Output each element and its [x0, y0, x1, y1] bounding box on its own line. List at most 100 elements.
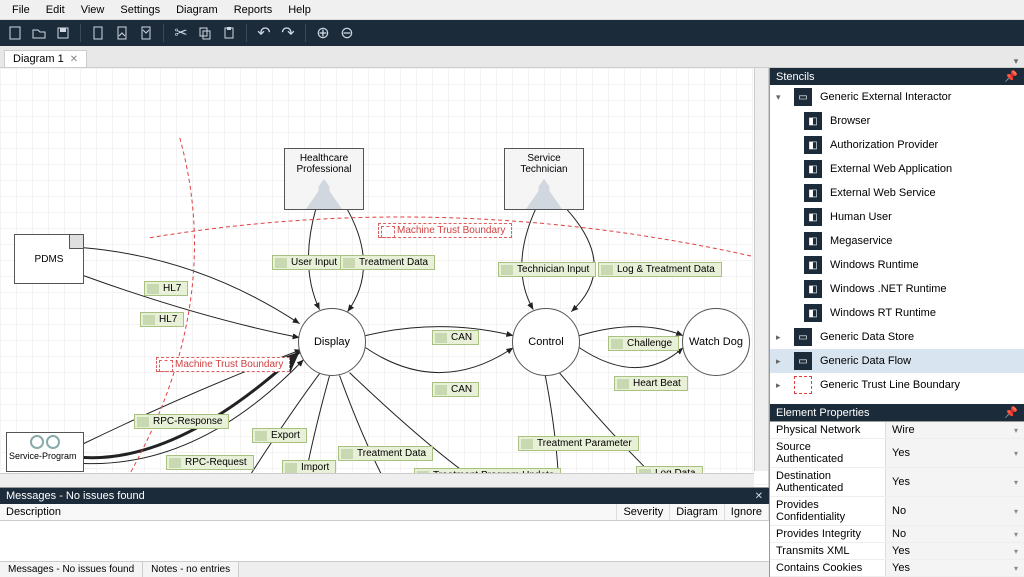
- menu-reports[interactable]: Reports: [226, 4, 281, 16]
- msg-col[interactable]: Ignore: [725, 504, 769, 520]
- stencil-cat[interactable]: ▸▭Generic Data Store: [770, 325, 1024, 349]
- process-watchdog[interactable]: Watch Dog: [682, 308, 750, 376]
- messages-tabs: Messages - No issues foundNotes - no ent…: [0, 561, 769, 577]
- stencil-item[interactable]: ◧External Web Service: [770, 181, 1024, 205]
- prop-value[interactable]: Yes: [885, 560, 1024, 576]
- menu-file[interactable]: File: [4, 4, 38, 16]
- scrollbar-horizontal[interactable]: [0, 473, 754, 487]
- msg-col[interactable]: Diagram: [670, 504, 725, 520]
- flow-label[interactable]: Log & Treatment Data: [598, 262, 722, 277]
- menu-view[interactable]: View: [73, 4, 113, 16]
- prop-value[interactable]: Yes: [885, 468, 1024, 496]
- tab-dropdown-icon[interactable]: ▾: [1008, 56, 1024, 67]
- flow-label[interactable]: Technician Input: [498, 262, 596, 277]
- msg-col[interactable]: Description: [0, 504, 617, 520]
- stencil-item[interactable]: ◧Human User: [770, 205, 1024, 229]
- tabbar: Diagram 1✕ ▾: [0, 46, 1024, 68]
- messages-panel: Messages - No issues found ✕ DescriptionS…: [0, 487, 769, 577]
- stencil-cat[interactable]: ▸▭Generic Trust Line Boundary: [770, 373, 1024, 397]
- doc2-icon[interactable]: [111, 22, 133, 44]
- prop-value[interactable]: No: [885, 526, 1024, 542]
- external-tech[interactable]: ServiceTechnician: [504, 148, 584, 210]
- stencil-item[interactable]: ◧Authorization Provider: [770, 133, 1024, 157]
- prop-row[interactable]: Provides ConfidentialityNo: [770, 497, 1024, 526]
- flow-label[interactable]: CAN: [432, 382, 479, 397]
- copy-icon[interactable]: [194, 22, 216, 44]
- msg-tab[interactable]: Notes - no entries: [143, 562, 239, 577]
- prop-value[interactable]: No: [885, 497, 1024, 525]
- prop-row[interactable]: Provides IntegrityNo: [770, 526, 1024, 543]
- node-svc[interactable]: Service-Program: [6, 432, 84, 472]
- diagram-tab[interactable]: Diagram 1✕: [4, 50, 87, 67]
- prop-value[interactable]: Wire: [885, 422, 1024, 438]
- prop-key: Source Authenticated: [770, 439, 885, 467]
- menu-settings[interactable]: Settings: [112, 4, 168, 16]
- paste-icon[interactable]: [218, 22, 240, 44]
- messages-title: Messages - No issues found: [6, 490, 145, 502]
- menu-diagram[interactable]: Diagram: [168, 4, 226, 16]
- properties-grid[interactable]: Physical NetworkWireSource Authenticated…: [770, 421, 1024, 577]
- undo-icon[interactable]: ↶: [253, 22, 275, 44]
- stencil-item[interactable]: ◧Windows .NET Runtime: [770, 277, 1024, 301]
- pin-icon[interactable]: 📌: [1004, 70, 1018, 83]
- prop-key: Provides Confidentiality: [770, 497, 885, 525]
- flow-label[interactable]: Export: [252, 428, 307, 443]
- zoom-out-icon[interactable]: ⊖: [336, 22, 358, 44]
- store-pdms[interactable]: PDMS: [14, 234, 84, 284]
- prop-row[interactable]: Contains CookiesYes: [770, 560, 1024, 577]
- scrollbar-vertical[interactable]: [754, 68, 768, 471]
- process-display[interactable]: Display: [298, 308, 366, 376]
- zoom-in-icon[interactable]: ⊕: [312, 22, 334, 44]
- flow-label[interactable]: HL7: [144, 281, 188, 296]
- open-icon[interactable]: [28, 22, 50, 44]
- prop-row[interactable]: Source AuthenticatedYes: [770, 439, 1024, 468]
- prop-row[interactable]: Transmits XMLYes: [770, 543, 1024, 560]
- process-control[interactable]: Control: [512, 308, 580, 376]
- doc3-icon[interactable]: [135, 22, 157, 44]
- stencil-item[interactable]: ◧External Web Application: [770, 157, 1024, 181]
- flow-label[interactable]: Heart Beat: [614, 376, 688, 391]
- external-hcp[interactable]: HealthcareProfessional: [284, 148, 364, 210]
- flow-label[interactable]: CAN: [432, 330, 479, 345]
- msg-col[interactable]: Severity: [617, 504, 670, 520]
- close-icon[interactable]: ✕: [755, 491, 763, 502]
- stencils-list[interactable]: ▾▭Generic External Interactor◧Browser◧Au…: [770, 85, 1024, 404]
- stencil-cat[interactable]: ▾▭Generic External Interactor: [770, 85, 1024, 109]
- new-icon[interactable]: [4, 22, 26, 44]
- msg-tab[interactable]: Messages - No issues found: [0, 562, 143, 577]
- pin-icon[interactable]: 📌: [1004, 406, 1018, 419]
- flow-label[interactable]: Treatment Data: [340, 255, 435, 270]
- doc1-icon[interactable]: [87, 22, 109, 44]
- menubar[interactable]: FileEditViewSettingsDiagramReportsHelp: [0, 0, 1024, 20]
- cut-icon[interactable]: ✂: [170, 22, 192, 44]
- props-title: Element Properties: [776, 407, 870, 419]
- menu-edit[interactable]: Edit: [38, 4, 73, 16]
- prop-row[interactable]: Destination AuthenticatedYes: [770, 468, 1024, 497]
- stencil-item[interactable]: ◧Browser: [770, 109, 1024, 133]
- close-icon[interactable]: ✕: [70, 54, 78, 65]
- boundary-label[interactable]: Machine Trust Boundary: [378, 223, 512, 238]
- toolbar: ✂ ↶ ↷ ⊕ ⊖: [0, 20, 1024, 46]
- flow-label[interactable]: HL7: [140, 312, 184, 327]
- flow-label[interactable]: Treatment Data: [338, 446, 433, 461]
- prop-key: Contains Cookies: [770, 560, 885, 576]
- flow-label[interactable]: Challenge: [608, 336, 679, 351]
- save-icon[interactable]: [52, 22, 74, 44]
- stencil-item[interactable]: ◧Windows RT Runtime: [770, 301, 1024, 325]
- canvas[interactable]: HealthcareProfessional ServiceTechnician P…: [0, 68, 769, 487]
- prop-row[interactable]: Physical NetworkWire: [770, 422, 1024, 439]
- stencil-cat[interactable]: ▸▭Generic Data Flow: [770, 349, 1024, 373]
- boundary-label[interactable]: Machine Trust Boundary: [156, 357, 290, 372]
- flow-label[interactable]: User Input: [272, 255, 344, 270]
- prop-key: Provides Integrity: [770, 526, 885, 542]
- redo-icon[interactable]: ↷: [277, 22, 299, 44]
- stencil-item[interactable]: ◧Megaservice: [770, 229, 1024, 253]
- flow-label[interactable]: Treatment Parameter: [518, 436, 639, 451]
- stencil-item[interactable]: ◧Windows Runtime: [770, 253, 1024, 277]
- prop-value[interactable]: Yes: [885, 543, 1024, 559]
- flow-label[interactable]: RPC-Response: [134, 414, 229, 429]
- prop-key: Destination Authenticated: [770, 468, 885, 496]
- prop-value[interactable]: Yes: [885, 439, 1024, 467]
- menu-help[interactable]: Help: [280, 4, 319, 16]
- flow-label[interactable]: RPC-Request: [166, 455, 254, 470]
